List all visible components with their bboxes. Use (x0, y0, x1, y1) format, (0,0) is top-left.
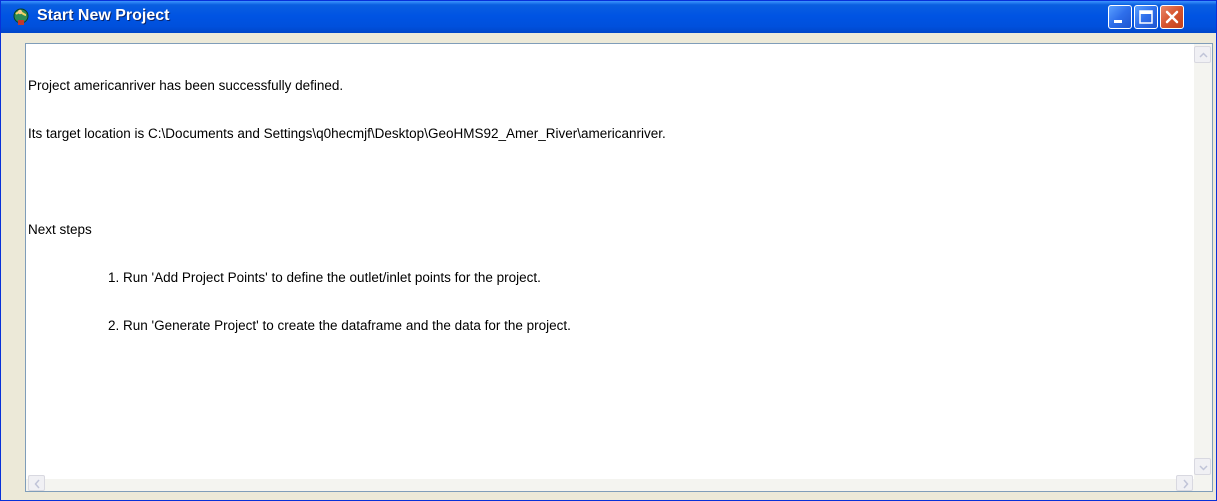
vertical-scrollbar[interactable] (1194, 44, 1212, 491)
step-item: 2. Run 'Generate Project' to create the … (108, 318, 571, 333)
horizontal-scrollbar[interactable] (26, 475, 1195, 491)
maximize-icon (1139, 10, 1153, 24)
scroll-left-arrow-icon (34, 479, 40, 489)
title-bar[interactable]: Start New Project (1, 1, 1216, 33)
scroll-right-arrow-icon (1183, 479, 1189, 489)
start-new-project-window: Start New Project Project americanriver … (0, 0, 1217, 501)
message-text-box[interactable]: Project americanriver has been successfu… (25, 43, 1213, 492)
globe-person-icon (11, 7, 31, 27)
step-item: 1. Run 'Add Project Points' to define th… (108, 270, 541, 285)
maximize-button[interactable] (1134, 5, 1158, 29)
scroll-up-button[interactable] (1194, 46, 1211, 63)
scroll-down-arrow-icon (1199, 465, 1208, 471)
close-icon (1165, 10, 1179, 24)
next-steps-heading: Next steps (28, 222, 92, 237)
close-button[interactable] (1160, 5, 1184, 29)
scroll-left-button[interactable] (28, 475, 45, 491)
scroll-right-button[interactable] (1176, 475, 1193, 491)
window-title: Start New Project (37, 7, 170, 24)
minimize-icon (1114, 20, 1122, 23)
scroll-down-button[interactable] (1194, 458, 1211, 475)
minimize-button[interactable] (1108, 5, 1132, 29)
scroll-up-arrow-icon (1199, 52, 1208, 58)
message-line-location: Its target location is C:\Documents and … (28, 126, 666, 141)
message-text: Project americanriver has been successfu… (28, 46, 1188, 486)
message-line-defined: Project americanriver has been successfu… (28, 78, 344, 93)
